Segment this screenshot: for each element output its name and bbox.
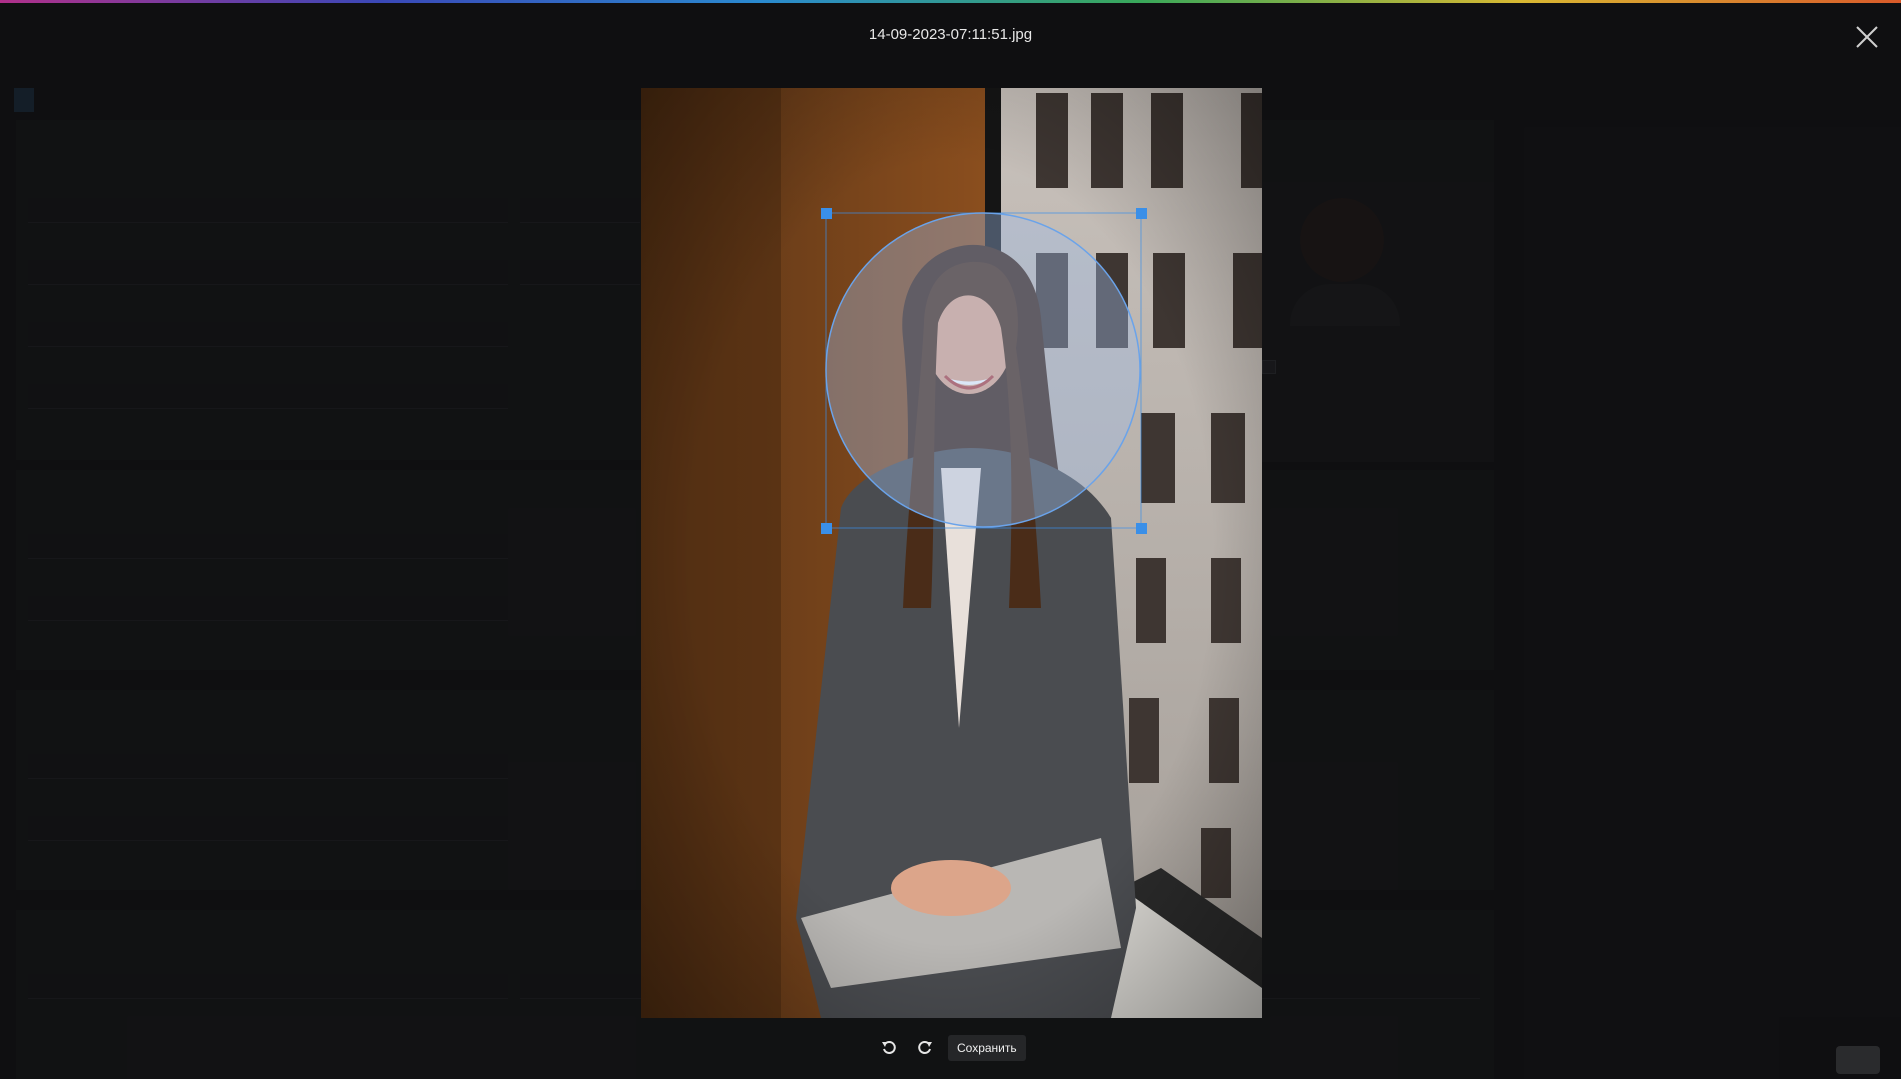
background-chat-button [1836, 1046, 1880, 1074]
crop-circle [825, 212, 1141, 528]
rotate-left-icon[interactable] [876, 1035, 902, 1061]
save-button[interactable]: Сохранить [948, 1035, 1026, 1061]
crop-handle-top-left [821, 208, 832, 219]
photo-illustration [641, 88, 1262, 1018]
crop-handle-bottom-right [1136, 523, 1147, 534]
rotate-right-icon[interactable] [912, 1035, 938, 1061]
close-icon[interactable] [1852, 22, 1882, 52]
crop-handle-bottom-left [821, 523, 832, 534]
crop-toolbar: Сохранить [876, 1034, 1026, 1062]
crop-handle-top-right [1136, 208, 1147, 219]
modal-filename: 14-09-2023-07:11:51.jpg [868, 26, 1033, 43]
photo-crop-area[interactable] [641, 88, 1262, 1018]
top-accent-bar [0, 0, 1901, 3]
